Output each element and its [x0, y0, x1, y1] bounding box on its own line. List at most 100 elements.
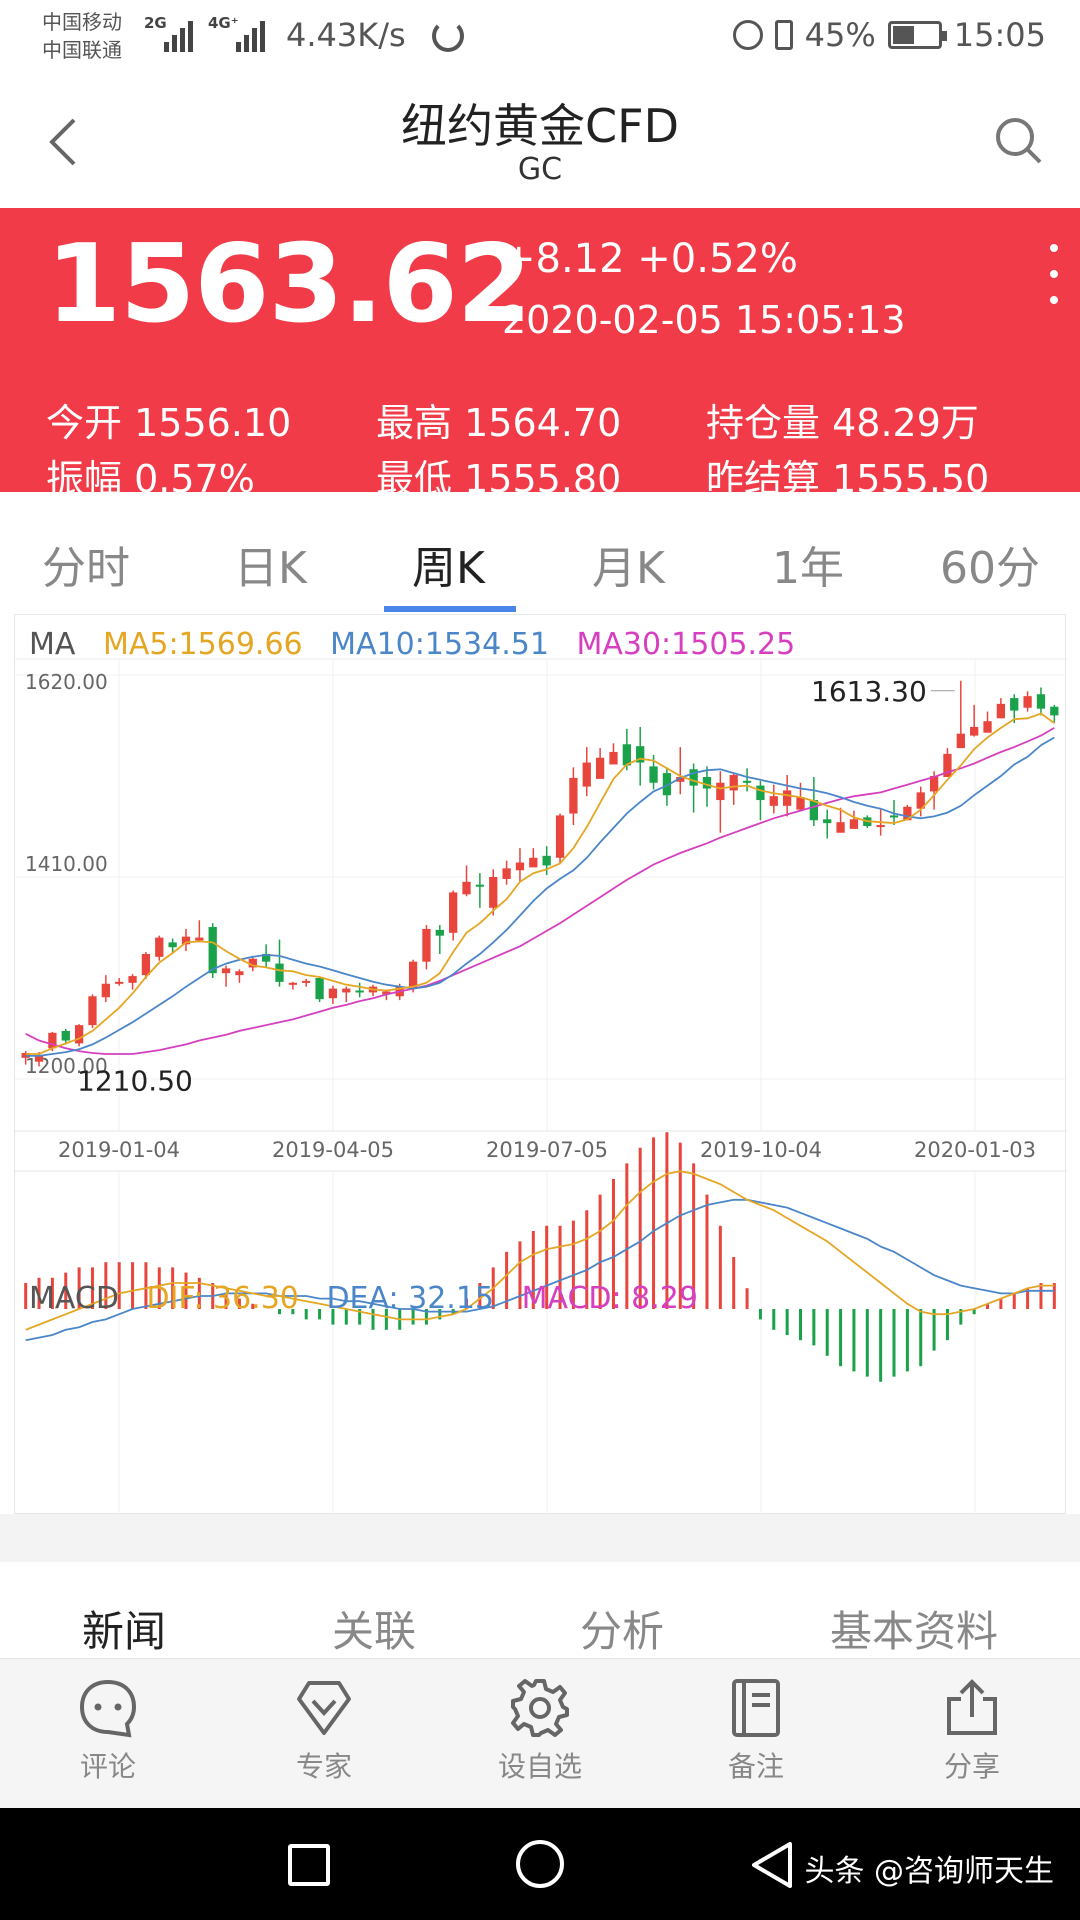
candle-body: [502, 868, 511, 879]
candle-body: [742, 780, 752, 783]
candle-body: [168, 942, 177, 948]
watermark-text: 头条 @咨询师天生: [804, 1854, 1054, 1889]
ma-legend: MA MA5:1569.66 MA10:1534.51 MA30:1505.25: [29, 627, 813, 662]
nav-back-icon[interactable]: [748, 1840, 796, 1890]
dea-value: DEA: 32.15: [326, 1281, 495, 1316]
home-icon[interactable]: [516, 1840, 564, 1888]
candle-body: [88, 996, 97, 1026]
comment-button[interactable]: 评论: [38, 1677, 178, 1785]
network-type-2: 4G⁺: [208, 14, 239, 32]
kline-chart-canvas[interactable]: 2019-01-04 2019-04-05 2019-07-05 2019-10-04…: [15, 615, 1067, 1515]
carrier-names: 中国移动 中国联通: [42, 8, 122, 64]
candle-body: [342, 988, 351, 993]
header: 纽约黄金CFD GC: [0, 76, 1080, 208]
x-tick-label: 2020-01-03: [914, 1138, 1036, 1162]
candle-body: [141, 953, 151, 976]
tab-weekly-k[interactable]: 周K: [412, 532, 485, 596]
tab-monthly-k[interactable]: 月K: [592, 532, 665, 596]
tab-profile[interactable]: 基本资料: [830, 1598, 998, 1659]
tab-daily-k[interactable]: 日K: [234, 532, 307, 596]
candle-body: [796, 797, 805, 810]
add-watchlist-button[interactable]: 设自选: [470, 1677, 610, 1785]
note-label: 备注: [727, 1750, 784, 1783]
candle-body: [836, 822, 845, 833]
candle-body: [1010, 698, 1019, 711]
candle-body: [422, 928, 431, 962]
add-watchlist-label: 设自选: [497, 1750, 582, 1783]
comment-label: 评论: [79, 1750, 136, 1783]
candle-body: [769, 796, 778, 806]
quote-panel: 1563.62 +8.12 +0.52% 2020-02-05 15:05:13…: [0, 208, 1080, 501]
tab-news[interactable]: 新闻: [82, 1598, 166, 1659]
note-button[interactable]: 备注: [686, 1677, 826, 1785]
kline-chart[interactable]: 2019-01-04 2019-04-05 2019-07-05 2019-10-04…: [14, 614, 1067, 1515]
candle-body: [449, 892, 458, 933]
recent-apps-icon[interactable]: [288, 1844, 330, 1886]
expert-icon: [297, 1681, 351, 1735]
candle-body: [595, 757, 605, 779]
candle-body: [889, 815, 899, 818]
more-options-icon[interactable]: [1046, 244, 1062, 304]
candle-body: [128, 976, 137, 983]
tab-intraday[interactable]: 分时: [42, 532, 130, 596]
candle-body: [302, 980, 311, 983]
dif-value: DIF: 36.30: [146, 1281, 299, 1316]
ma10-line: [25, 736, 1055, 1057]
candle-body: [622, 744, 631, 766]
candle-body: [569, 777, 578, 814]
quote-timestamp: 2020-02-05 15:05:13: [502, 298, 906, 342]
tab-60-min[interactable]: 60分: [940, 532, 1040, 596]
candle-body: [288, 982, 298, 985]
search-icon[interactable]: [994, 116, 1044, 166]
share-button[interactable]: 分享: [902, 1677, 1042, 1785]
x-tick-label: 2019-04-05: [272, 1138, 394, 1162]
page-title: 纽约黄金CFD: [401, 99, 679, 153]
candle-body: [489, 877, 498, 908]
candle-body: [435, 929, 444, 936]
ma-label: MA: [29, 627, 76, 662]
tab-related[interactable]: 关联: [332, 1598, 416, 1659]
x-tick-label: 2019-07-05: [486, 1138, 608, 1162]
candle-body: [515, 862, 525, 871]
note-icon: [732, 1679, 780, 1737]
battery-icon: [887, 21, 947, 49]
ma5-line: [25, 712, 1055, 1055]
tab-one-year[interactable]: 1年: [772, 532, 844, 596]
candle-body: [702, 776, 712, 789]
loading-icon: [432, 20, 464, 52]
signal-icon: [236, 18, 265, 52]
carrier-2: 中国联通: [42, 38, 122, 62]
candle-body: [970, 726, 979, 736]
candle-body: [315, 978, 324, 1000]
expert-label: 专家: [295, 1750, 352, 1783]
candle-body: [849, 819, 859, 829]
status-right-group: 45% 15:05: [732, 16, 1046, 54]
candle-body: [328, 988, 338, 999]
share-icon: [947, 1679, 997, 1735]
y-tick-label: 1410.00: [25, 852, 108, 876]
gear-icon: [511, 1679, 569, 1737]
candle-body: [221, 968, 231, 974]
stat-high: 最高 1564.70: [376, 401, 622, 445]
expert-button[interactable]: 专家: [254, 1677, 394, 1785]
candle-body: [649, 766, 658, 783]
candle-body: [355, 990, 364, 993]
current-price: 1563.62: [46, 222, 532, 347]
tab-analysis[interactable]: 分析: [580, 1598, 664, 1659]
section-divider: [0, 1514, 1080, 1562]
candle-body: [729, 775, 738, 791]
macd-legend: MACD DIF: 36.30 DEA: 32.15 MACD: 8.29: [29, 1281, 716, 1316]
share-label: 分享: [943, 1750, 1000, 1783]
dea-line: [25, 1198, 1055, 1342]
ma30-value: MA30:1505.25: [576, 627, 796, 662]
price-change: +8.12 +0.52%: [502, 236, 798, 282]
system-nav-bar: 头条 @咨询师天生: [0, 1808, 1080, 1920]
candle-body: [155, 937, 164, 957]
clock: 15:05: [953, 16, 1046, 54]
candle-body: [876, 825, 885, 828]
candle-body: [983, 721, 992, 733]
candle-body: [235, 971, 244, 976]
candle-body: [101, 983, 110, 998]
macd-value: MACD: 8.29: [521, 1281, 698, 1316]
signal-icon: [164, 18, 193, 52]
